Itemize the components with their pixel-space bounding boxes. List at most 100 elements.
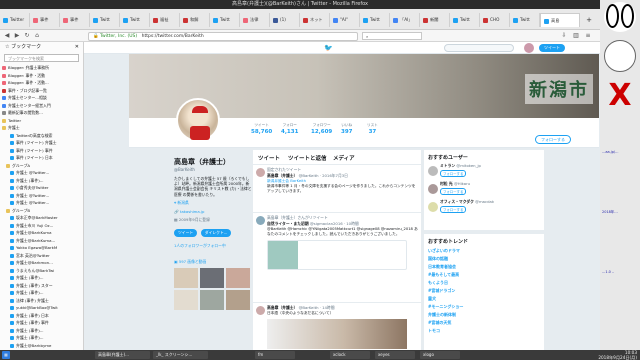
- tweet[interactable]: 高島章（弁護士） @BarKeith · 14時間 日本語（中央のようなあだ名に…: [253, 302, 421, 350]
- bookmark-item[interactable]: 弁護士@Barkbyme: [2, 342, 83, 350]
- bookmark-item[interactable]: 弁護士 (事件)...: [2, 274, 83, 282]
- profile-handle[interactable]: @BarKeith: [174, 167, 252, 172]
- bookmark-item[interactable]: 弁護士 (事件) スター: [2, 282, 83, 290]
- tab[interactable]: 福祉: [150, 13, 180, 27]
- taskbar-item[interactable]: xlogo: [420, 351, 460, 359]
- media-thumb[interactable]: [174, 267, 198, 288]
- avatar[interactable]: [524, 43, 534, 53]
- follow-button[interactable]: フォローする: [535, 135, 571, 144]
- suggestion-item[interactable]: 村松 光 @Hikaru フォローする: [424, 181, 544, 199]
- start-menu-icon[interactable]: ▦: [2, 351, 10, 359]
- bookmark-item[interactable]: Blogger: 弁護士事務所: [2, 64, 83, 72]
- tab[interactable]: 法律: [240, 13, 270, 27]
- trend-item[interactable]: #最もそして最高: [424, 271, 544, 279]
- bookmark-item[interactable]: 弁護士@Barkmon...: [2, 259, 83, 267]
- dm-button[interactable]: ダイレクト...: [200, 228, 232, 237]
- stat-likes[interactable]: いいね 397: [341, 123, 352, 135]
- bookmark-item[interactable]: 弁護士 (事件)...: [2, 177, 83, 185]
- bookmark-item[interactable]: Blogger: 事件・活動...: [2, 79, 83, 87]
- bookmark-item[interactable]: 弁護士@BarkKuma: [2, 229, 83, 237]
- media-thumb[interactable]: [174, 289, 198, 310]
- taskbar-item[interactable]: _lk_ スクリーンシ...: [153, 351, 208, 359]
- bookmark-item[interactable]: Yokko Egawa@BarkM: [2, 244, 83, 252]
- bookmark-item[interactable]: 弁護士 @Twitter...: [2, 199, 83, 207]
- bookmark-item[interactable]: 弁護士: [2, 124, 83, 132]
- tweet[interactable]: 高島章（弁護士）さんがリツイート 自然ライター・また初期 @sigmaclan2…: [253, 212, 421, 300]
- home-icon[interactable]: ⌂: [33, 32, 41, 40]
- sidebar-search-input[interactable]: ブックマークを検索: [4, 54, 79, 62]
- tweet-to-button[interactable]: ツイート: [174, 228, 198, 237]
- back-icon[interactable]: ◀: [3, 32, 11, 40]
- link-card[interactable]: [267, 240, 407, 270]
- media-thumb[interactable]: [200, 267, 224, 288]
- bookmark-item[interactable]: 弁護士市川 Yuji Oz...: [2, 222, 83, 230]
- bookmark-item[interactable]: 弁護士 (事件) 事件: [2, 319, 83, 327]
- stat-lists[interactable]: リスト 37: [367, 123, 378, 135]
- bookmark-item[interactable]: 事件・ブログ記事一覧: [2, 87, 83, 95]
- media-thumb[interactable]: [226, 289, 250, 310]
- bookmark-item[interactable]: うまえもん@BarkTwi: [2, 267, 83, 275]
- search-box[interactable]: ⌕: [362, 32, 422, 40]
- avatar[interactable]: [428, 184, 438, 194]
- reload-icon[interactable]: ↻: [23, 32, 31, 40]
- bookmark-item[interactable]: 弁護士 (事件)...: [2, 289, 83, 297]
- tab-tweets[interactable]: ツイート: [258, 154, 280, 162]
- tab[interactable]: 事件: [30, 13, 60, 27]
- media-thumb[interactable]: [226, 267, 250, 288]
- library-icon[interactable]: ▥: [572, 32, 580, 40]
- taskbar-item[interactable]: xclock: [330, 351, 370, 359]
- tab[interactable]: CHO: [480, 13, 510, 27]
- tweet-photo[interactable]: [267, 319, 407, 349]
- tab[interactable]: Twitter: [0, 13, 30, 27]
- trend-item[interactable]: トモコ: [424, 327, 544, 335]
- url-bar[interactable]: 🔒 Twitter, Inc. (US) https://twitter.com…: [88, 31, 358, 41]
- stat-followers[interactable]: フォロワー 12,609: [311, 123, 332, 135]
- trend-item[interactable]: #宮城の天気: [424, 319, 544, 327]
- trend-item[interactable]: #宮城ドラゴン: [424, 287, 544, 295]
- tweet[interactable]: 固定されたツイート 高島章（弁護士） @BarKeith · 2016年7月3日…: [253, 164, 421, 210]
- bookmark-item[interactable]: 弁護士センター経営入門: [2, 102, 83, 110]
- tab[interactable]: 和解: [180, 13, 210, 27]
- tab[interactable]: 「AI」: [390, 13, 420, 27]
- bookmark-item[interactable]: 弁護士 @Twitter...: [2, 169, 83, 177]
- compose-tweet-button[interactable]: ツイート: [539, 44, 565, 52]
- bookmark-item[interactable]: 事件 (ツイート) 事件: [2, 147, 83, 155]
- bookmark-item[interactable]: 坂本正幸@BarkMaster: [2, 214, 83, 222]
- trend-item[interactable]: いざよいのドラマ: [424, 247, 544, 255]
- tab[interactable]: "AI": [330, 13, 360, 27]
- bookmark-item[interactable]: 弁護士センター...相談: [2, 94, 83, 102]
- trend-item[interactable]: 国体の話題: [424, 255, 544, 263]
- avatar[interactable]: [428, 202, 438, 212]
- suggestion-item[interactable]: ミトラン @mitoken_jp フォローする: [424, 163, 544, 181]
- bookmark-item[interactable]: 弁護士@BarkKuma...: [2, 237, 83, 245]
- tab[interactable]: ネット: [300, 13, 330, 27]
- bookmark-item[interactable]: 弁護士 (事件)...: [2, 334, 83, 342]
- followers-you-know[interactable]: 1人のフォロワーがフォロー中: [174, 243, 252, 249]
- bookmark-item[interactable]: 事件 (ツイート) 弁護士: [2, 139, 83, 147]
- tab-tweets-replies[interactable]: ツイートと返信: [288, 154, 327, 162]
- downloads-icon[interactable]: ⇩: [560, 32, 568, 40]
- profile-avatar[interactable]: [176, 98, 220, 142]
- bookmark-item[interactable]: 小倉秀夫@Twitter: [2, 184, 83, 192]
- media-thumb[interactable]: [200, 289, 224, 310]
- tab[interactable]: Twitt: [90, 13, 120, 27]
- trend-item[interactable]: #モーニングショー: [424, 303, 544, 311]
- bookmark-item[interactable]: グループA: [2, 162, 83, 170]
- bookmark-item[interactable]: 弁護士 @Twitter...: [2, 192, 83, 200]
- bookmark-item[interactable]: 事件 (ツイート) 日本: [2, 154, 83, 162]
- tab[interactable]: (1): [270, 13, 300, 27]
- avatar[interactable]: [256, 306, 265, 315]
- follow-button[interactable]: フォローする: [440, 206, 467, 213]
- tab[interactable]: Twitt: [510, 13, 540, 27]
- taskbar-item[interactable]: fm: [255, 351, 295, 359]
- tab[interactable]: Twitt: [210, 13, 240, 27]
- twitter-bird-icon[interactable]: 🐦: [324, 44, 333, 52]
- avatar[interactable]: [428, 166, 438, 176]
- trend-item[interactable]: 日本教育者協会: [424, 263, 544, 271]
- tab[interactable]: Twitt: [450, 13, 480, 27]
- avatar[interactable]: [256, 168, 265, 177]
- bookmark-item[interactable]: 最新記事の閲覧数...: [2, 109, 83, 117]
- forward-icon[interactable]: ▶: [13, 32, 21, 40]
- taskbar-item[interactable]: 高島章(弁護士)...: [95, 351, 150, 359]
- trend-item[interactable]: もくよう日: [424, 279, 544, 287]
